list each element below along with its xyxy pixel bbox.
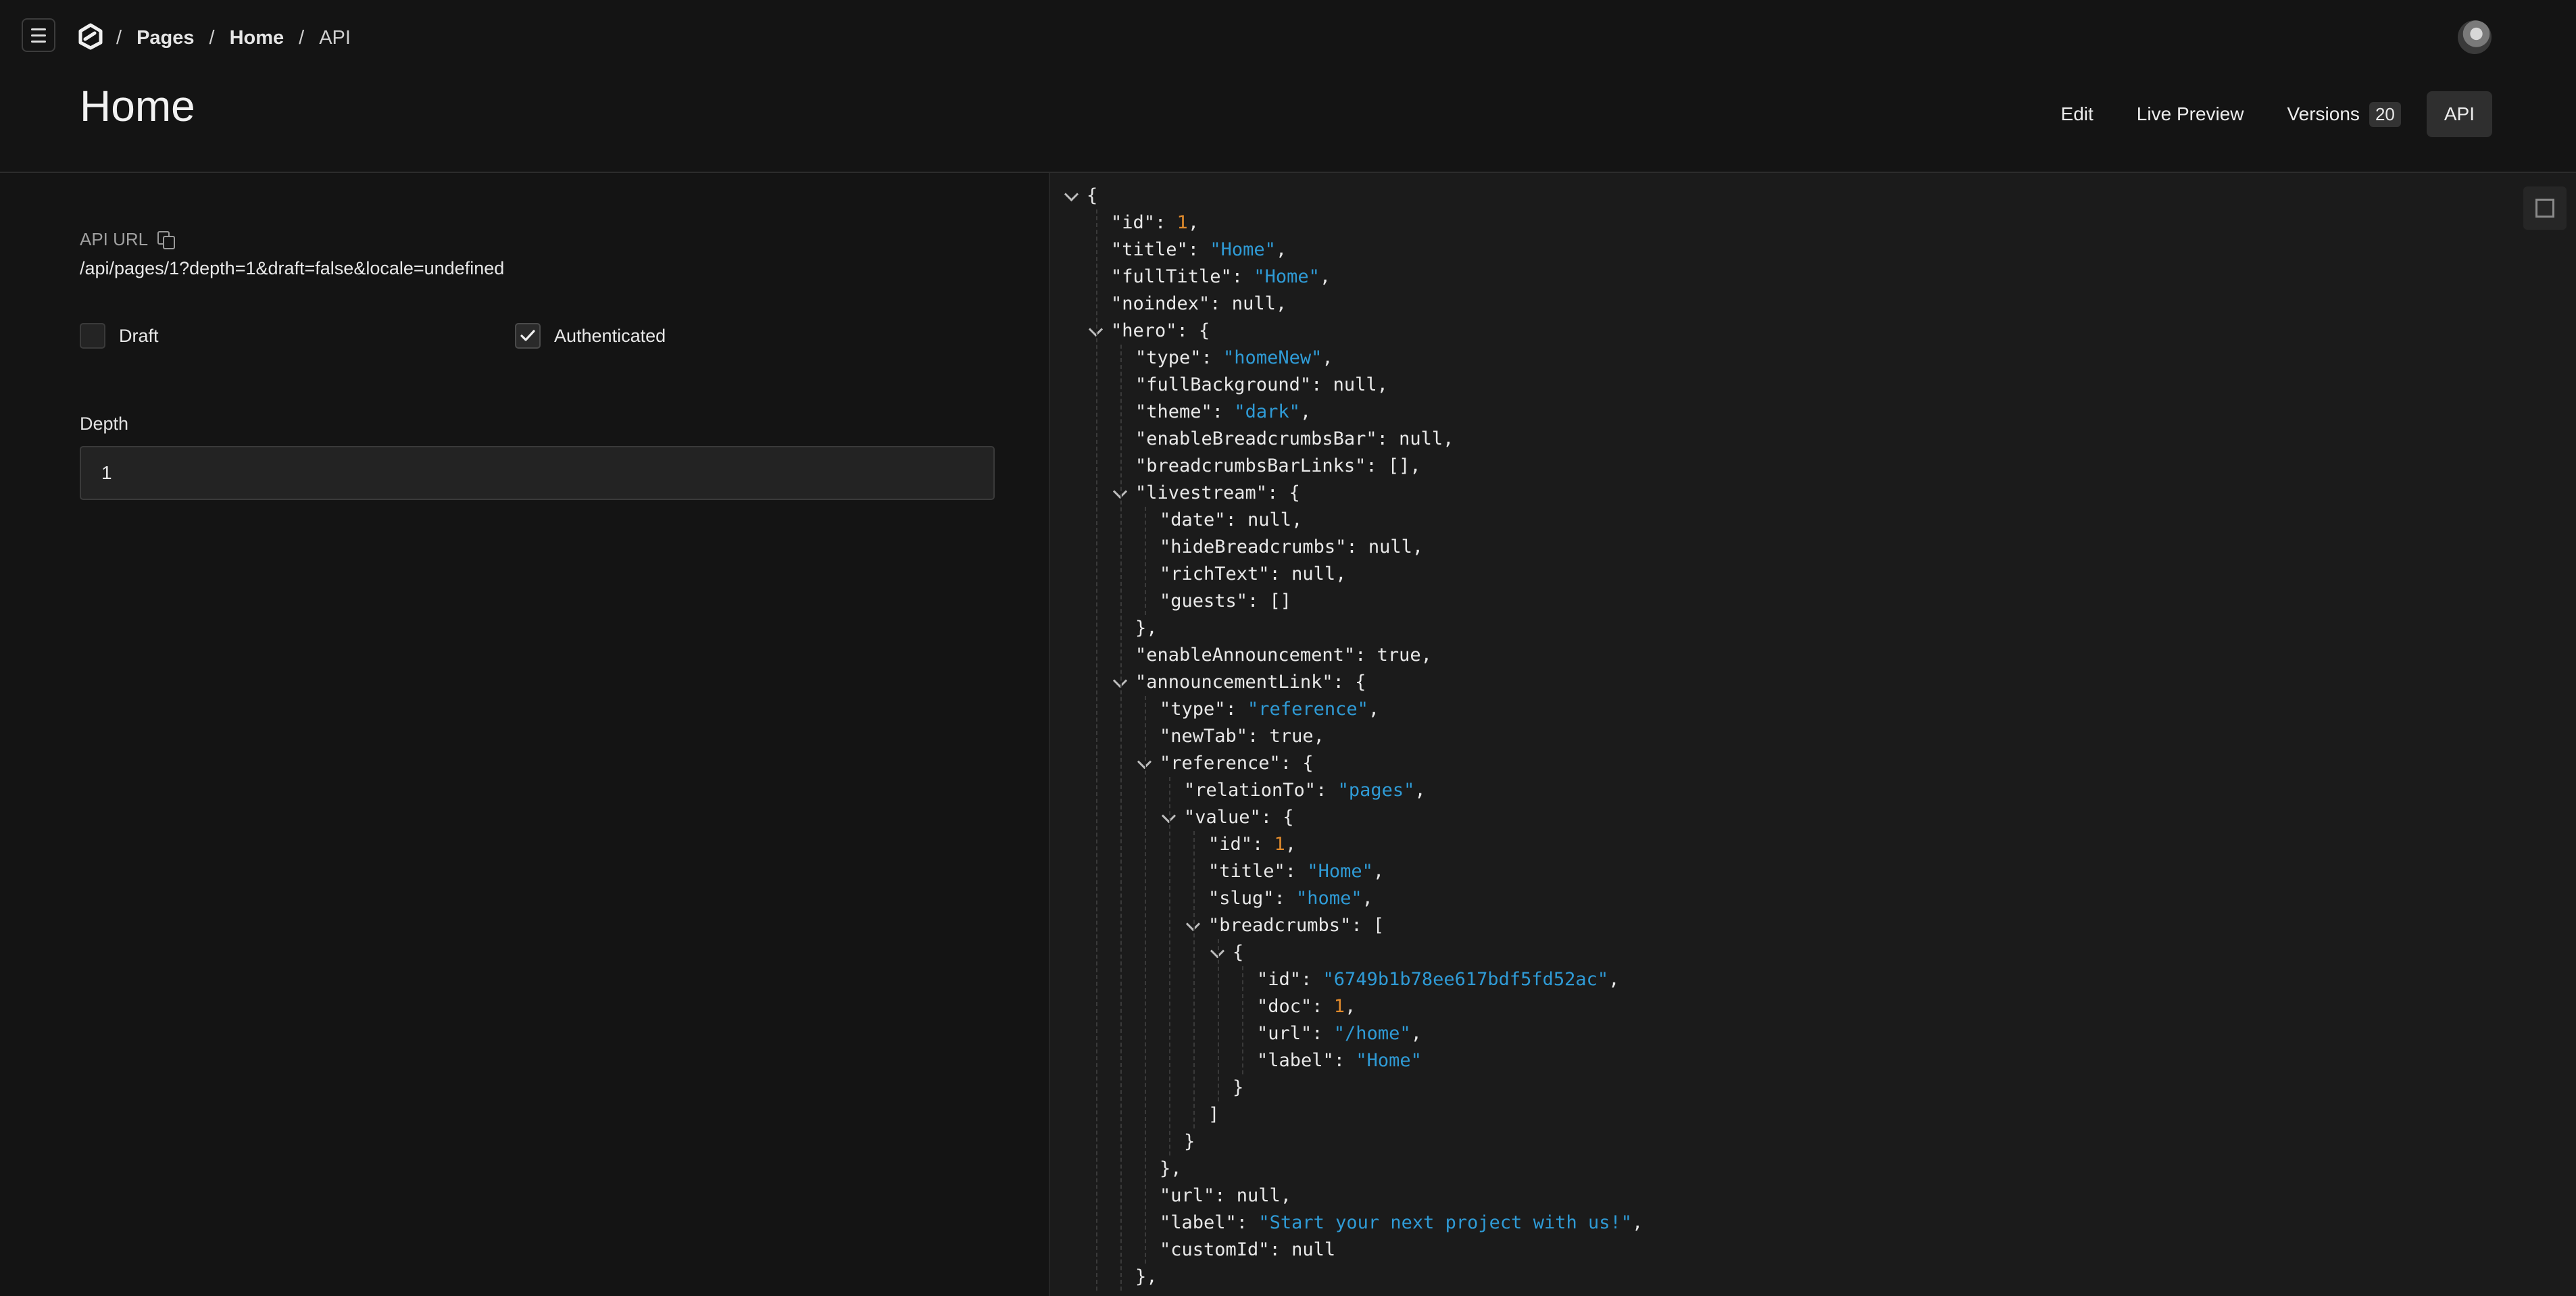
authenticated-label: Authenticated	[554, 325, 666, 346]
tab-versions[interactable]: Versions 20	[2270, 91, 2419, 137]
indent-guide	[1242, 966, 1243, 1074]
document-tabs: Edit Live Preview Versions 20 API	[2044, 91, 2492, 137]
json-line: "newTab": true,	[1160, 726, 1324, 747]
draft-checkbox[interactable]	[80, 323, 105, 349]
json-line: "label": "Home"	[1257, 1050, 1422, 1071]
json-line: {	[1233, 942, 1244, 963]
indent-guide	[1193, 831, 1195, 1128]
tab-live-preview-label: Live Preview	[2136, 103, 2244, 124]
api-url-label-text: API URL	[80, 229, 149, 249]
json-line: }	[1233, 1077, 1244, 1098]
json-line: "announcementLink": {	[1135, 672, 1366, 693]
breadcrumb-pages[interactable]: Pages	[137, 27, 194, 49]
page-title: Home	[80, 82, 195, 130]
json-line: "id": 1,	[1111, 212, 1199, 233]
top-bar: / Pages / Home / API	[0, 0, 2576, 74]
json-line: ]	[1208, 1104, 1220, 1125]
json-line: "noindex": null,	[1111, 293, 1287, 314]
breadcrumb-separator: /	[299, 26, 305, 49]
json-line: "id": "6749b1b78ee617bdf5fd52ac",	[1257, 969, 1620, 990]
json-line: "doc": 1,	[1257, 996, 1356, 1017]
json-line: "customId": null	[1160, 1239, 1336, 1260]
json-line: "enableAnnouncement": true,	[1135, 645, 1432, 666]
collapse-chevron-icon[interactable]	[1064, 186, 1079, 202]
json-line: "label": "Start your next project with u…	[1160, 1212, 1643, 1233]
json-line: "reference": {	[1160, 753, 1314, 774]
tab-live-preview[interactable]: Live Preview	[2119, 91, 2262, 137]
draft-checkbox-row[interactable]: Draft	[80, 323, 159, 349]
indent-guide	[1145, 507, 1146, 615]
json-line: "title": "Home",	[1208, 861, 1385, 882]
tab-api[interactable]: API	[2426, 91, 2492, 137]
json-line: },	[1135, 618, 1158, 639]
json-line: {	[1087, 185, 1098, 206]
copy-icon[interactable]	[156, 230, 176, 250]
json-line: "url": null,	[1160, 1185, 1292, 1206]
json-line: "type": "homeNew",	[1135, 347, 1333, 368]
json-line: "value": {	[1184, 807, 1294, 828]
json-line: "enableBreadcrumbsBar": null,	[1135, 428, 1454, 449]
json-line: "fullBackground": null,	[1135, 374, 1388, 395]
indent-guide	[1145, 696, 1146, 1264]
fullscreen-icon[interactable]	[2523, 186, 2567, 230]
breadcrumb-separator: /	[116, 26, 122, 49]
api-url-link[interactable]: /api/pages/1?depth=1&draft=false&locale=…	[80, 258, 504, 279]
breadcrumb-home[interactable]: Home	[230, 27, 284, 49]
json-line: "richText": null,	[1160, 564, 1347, 584]
breadcrumb: / Pages / Home / API	[116, 24, 351, 51]
authenticated-checkbox[interactable]	[515, 323, 541, 349]
breadcrumb-separator: /	[209, 26, 215, 49]
indent-guide	[1218, 939, 1219, 1101]
json-line: "fullTitle": "Home",	[1111, 266, 1331, 287]
tab-api-label: API	[2444, 103, 2475, 124]
json-line: "hero": {	[1111, 320, 1210, 341]
json-line: "title": "Home",	[1111, 239, 1287, 260]
json-line: "livestream": {	[1135, 482, 1300, 503]
checkmark-icon	[520, 330, 535, 341]
json-line: },	[1160, 1158, 1182, 1179]
authenticated-checkbox-row[interactable]: Authenticated	[515, 323, 666, 349]
json-line: "slug": "home",	[1208, 888, 1373, 909]
tab-edit[interactable]: Edit	[2044, 91, 2111, 137]
depth-input[interactable]	[80, 446, 995, 500]
depth-label: Depth	[80, 414, 129, 434]
json-line: "guests": []	[1160, 591, 1292, 612]
json-line: "breadcrumbs": [	[1208, 915, 1385, 936]
json-line: "date": null,	[1160, 509, 1303, 530]
json-line: "relationTo": "pages",	[1184, 780, 1426, 801]
breadcrumb-api: API	[319, 26, 351, 49]
hamburger-menu-icon[interactable]	[22, 18, 55, 52]
app-logo-icon[interactable]	[77, 23, 104, 50]
json-line: }	[1184, 1131, 1195, 1152]
json-line: },	[1135, 1266, 1158, 1287]
json-response-panel[interactable]: { "id": 1, "title": "Home", "fullTitle": "H…	[1049, 173, 2576, 1296]
json-line: "type": "reference",	[1160, 699, 1380, 720]
json-line: "breadcrumbsBarLinks": [],	[1135, 455, 1421, 476]
indent-guide	[1096, 209, 1097, 1291]
indent-guide	[1120, 345, 1122, 1291]
json-line: "theme": "dark",	[1135, 401, 1312, 422]
user-avatar[interactable]	[2458, 20, 2492, 54]
json-line: "id": 1,	[1208, 834, 1297, 855]
versions-count-badge: 20	[2369, 101, 2401, 127]
tab-versions-label: Versions	[2287, 103, 2360, 124]
tab-edit-label: Edit	[2060, 103, 2094, 124]
api-url-label: API URL	[80, 229, 176, 250]
indent-guide	[1169, 777, 1170, 1155]
draft-label: Draft	[119, 325, 159, 346]
json-line: "url": "/home",	[1257, 1023, 1422, 1044]
json-line: "hideBreadcrumbs": null,	[1160, 537, 1424, 557]
